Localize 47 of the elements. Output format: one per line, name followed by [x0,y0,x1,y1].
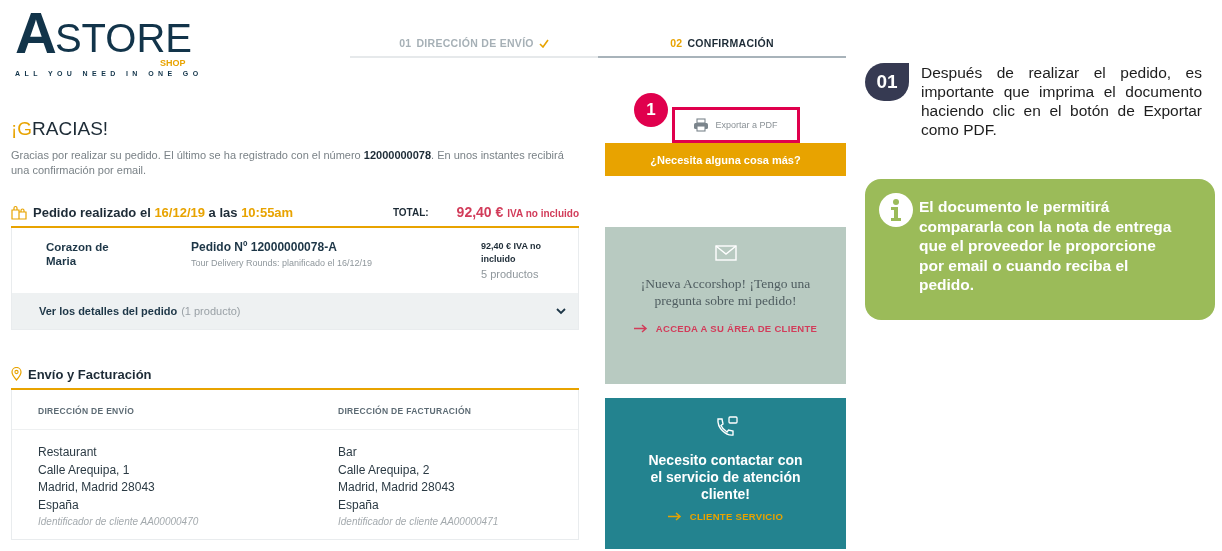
arrow-icon [667,512,682,521]
address-line: Bar [338,444,358,461]
logo-subtitle: SHOP [160,58,187,68]
address-line: Madrid, Madrid 28043 [38,479,156,496]
product-count: 5 productos [481,268,540,280]
card-link[interactable]: ACCEDA A SU ÁREA DE CLIENTE [633,323,818,334]
total-amount: 92,40 € IVA no incluido [456,204,579,220]
thanks-message: Gracias por realizar su pedido. El último se ha registrado con el número 12000000078. En unos instantes recibirá una confirmación por email. [11,148,565,178]
client-id: Identificador de cliente AA00000470 [38,516,200,527]
address-line: España [38,496,80,514]
card-link[interactable]: CLIENTE SERVICIO [667,511,784,522]
export-pdf-button[interactable]: Exportar a PDF [671,107,800,143]
section-title: Envío y Facturación [28,366,152,382]
order-number: Pedido Nº 12000000078-A [191,240,338,254]
customer-name: Corazon de Maria [46,240,110,269]
address-line: Calle Arequipa, 1 [38,461,131,479]
annotation-text: Después de realizar el pedido, es importante que imprima el documento haciendo clic en el botón de Exportar como PDF. [921,63,1202,139]
card-text: ¡Nueva Accorshop! ¡Tengo una pregunta sobre mi pedido! [639,275,812,309]
client-id: Identificador de cliente AA00000471 [338,516,500,527]
order-details-toggle[interactable]: Ver los detalles del pedido (1 producto) [12,293,578,329]
address-heading: DIRECCIÓN DE ENVÍO [12,390,312,430]
arrow-icon [633,324,648,333]
order-heading: Pedido realizado el 16/12/19 a las 10:55am [33,204,294,220]
address-line: Madrid, Madrid 28043 [338,479,456,496]
address-line: Calle Arequipa, 2 [338,461,431,479]
order-price: 92,40 € IVA no incluido [481,240,543,266]
envelope-icon [714,245,737,261]
address-line: Restaurant [38,444,98,461]
help-button[interactable]: ¿Necesita alguna cosa más? [605,143,846,176]
card-text: Necesito contactar con el servicio de atención cliente! [647,452,804,503]
delivery-info: Tour Delivery Rounds: planificado el 16/12/19 [191,258,374,268]
callout-number: 1 [634,93,668,127]
logo-letter: A [15,4,55,62]
location-pin-icon [11,367,22,381]
info-icon [879,193,913,227]
address-heading: DIRECCIÓN DE FACTURACIÓN [312,390,578,430]
address-line: España [338,496,380,514]
step-tab[interactable]: 02 CONFIRMACIÓN [598,30,846,58]
step-badge: 01 [865,63,909,101]
printer-icon [693,118,710,132]
step-tab[interactable]: 01 DIRECCIÓN DE ENVÍO [350,30,598,58]
logo-wordmark: STORE [54,18,192,58]
thanks-heading: ¡GRACIAS! [11,118,110,140]
shopping-bags-icon [11,204,27,220]
note-text: El documento le permitirá compararla con la nota de entrega que el proveedor le proporcione por email o cuando reciba el pedido. [919,197,1173,295]
check-icon [538,38,549,48]
total-label: TOTAL: [392,206,429,218]
